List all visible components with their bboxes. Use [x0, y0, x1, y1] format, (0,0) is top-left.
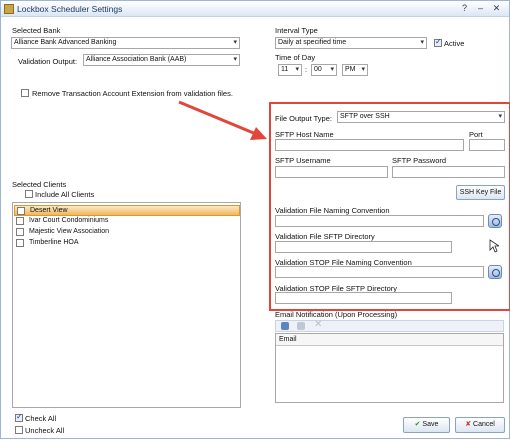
port-input[interactable] — [469, 139, 505, 151]
arrow-shaft — [178, 100, 257, 136]
list-item[interactable]: Majestic View Association — [14, 227, 240, 238]
delete-email-icon[interactable]: ✕ — [314, 319, 322, 330]
stop-naming-edit-icon[interactable] — [488, 265, 502, 279]
mouse-cursor-icon — [489, 239, 499, 253]
file-output-type-dropdown[interactable]: SFTP over SSH — [337, 111, 505, 123]
stop-directory-input[interactable] — [275, 292, 452, 304]
email-notification-label: Email Notification (Upon Processing) — [275, 310, 398, 319]
email-toolbar: ✕ — [275, 319, 504, 332]
cancel-x-icon: ✘ — [465, 421, 472, 428]
include-all-clients-checkbox[interactable] — [25, 190, 33, 198]
uncheck-all-label: Uncheck All — [25, 426, 65, 435]
sftp-host-input[interactable] — [275, 139, 464, 151]
cancel-button[interactable]: ✘ Cancel — [455, 417, 505, 433]
client-checkbox[interactable] — [17, 207, 25, 215]
selected-clients-label: Selected Clients — [12, 180, 67, 189]
edit-email-icon[interactable] — [297, 322, 305, 330]
client-name: Desert View — [30, 207, 68, 214]
check-all-checkbox[interactable] — [15, 412, 23, 422]
clients-list[interactable]: Desert View Ivar Court Condominiums Maje… — [12, 202, 241, 408]
email-grid[interactable]: Email — [275, 333, 504, 403]
uncheck-all-checkbox[interactable] — [15, 426, 23, 434]
naming-convention-input[interactable] — [275, 215, 484, 227]
stop-naming-input[interactable] — [275, 266, 484, 278]
save-label: Save — [422, 421, 439, 428]
list-item[interactable]: Desert View — [14, 205, 240, 216]
ssh-key-file-button[interactable]: SSH Key File — [456, 185, 505, 200]
sftp-password-input[interactable] — [392, 166, 505, 178]
cancel-label: Cancel — [473, 421, 495, 428]
sftp-password-label: SFTP Password — [392, 156, 447, 165]
client-name: Ivar Court Condominiums — [29, 217, 109, 224]
naming-convention-label: Validation File Naming Convention — [275, 206, 390, 215]
client-checkbox[interactable] — [16, 228, 24, 236]
list-item[interactable]: Timberline HOA — [14, 238, 240, 249]
check-all-label: Check All — [25, 414, 57, 423]
sftp-directory-label: Validation File SFTP Directory — [275, 232, 375, 241]
sftp-username-label: SFTP Username — [275, 156, 331, 165]
client-checkbox[interactable] — [16, 239, 24, 247]
sftp-username-input[interactable] — [275, 166, 388, 178]
sftp-directory-input[interactable] — [275, 241, 452, 253]
client-name: Timberline HOA — [29, 239, 79, 246]
naming-convention-edit-icon[interactable] — [488, 214, 502, 228]
sftp-host-label: SFTP Host Name — [275, 130, 334, 139]
email-column-header: Email — [276, 334, 503, 346]
settings-window: Lockbox Scheduler Settings ? – ✕ Selecte… — [0, 0, 510, 439]
email-column-label: Email — [279, 336, 297, 343]
port-label: Port — [469, 130, 483, 139]
list-item[interactable]: Ivar Court Condominiums — [14, 216, 240, 227]
file-output-type-label: File Output Type: — [275, 114, 332, 123]
save-check-icon: ✔ — [414, 421, 421, 428]
client-name: Majestic View Association — [29, 228, 110, 235]
client-checkbox[interactable] — [16, 217, 24, 225]
add-email-icon[interactable] — [281, 322, 289, 330]
save-button[interactable]: ✔ Save — [403, 417, 450, 433]
include-all-clients-label: Include All Clients — [35, 190, 95, 199]
